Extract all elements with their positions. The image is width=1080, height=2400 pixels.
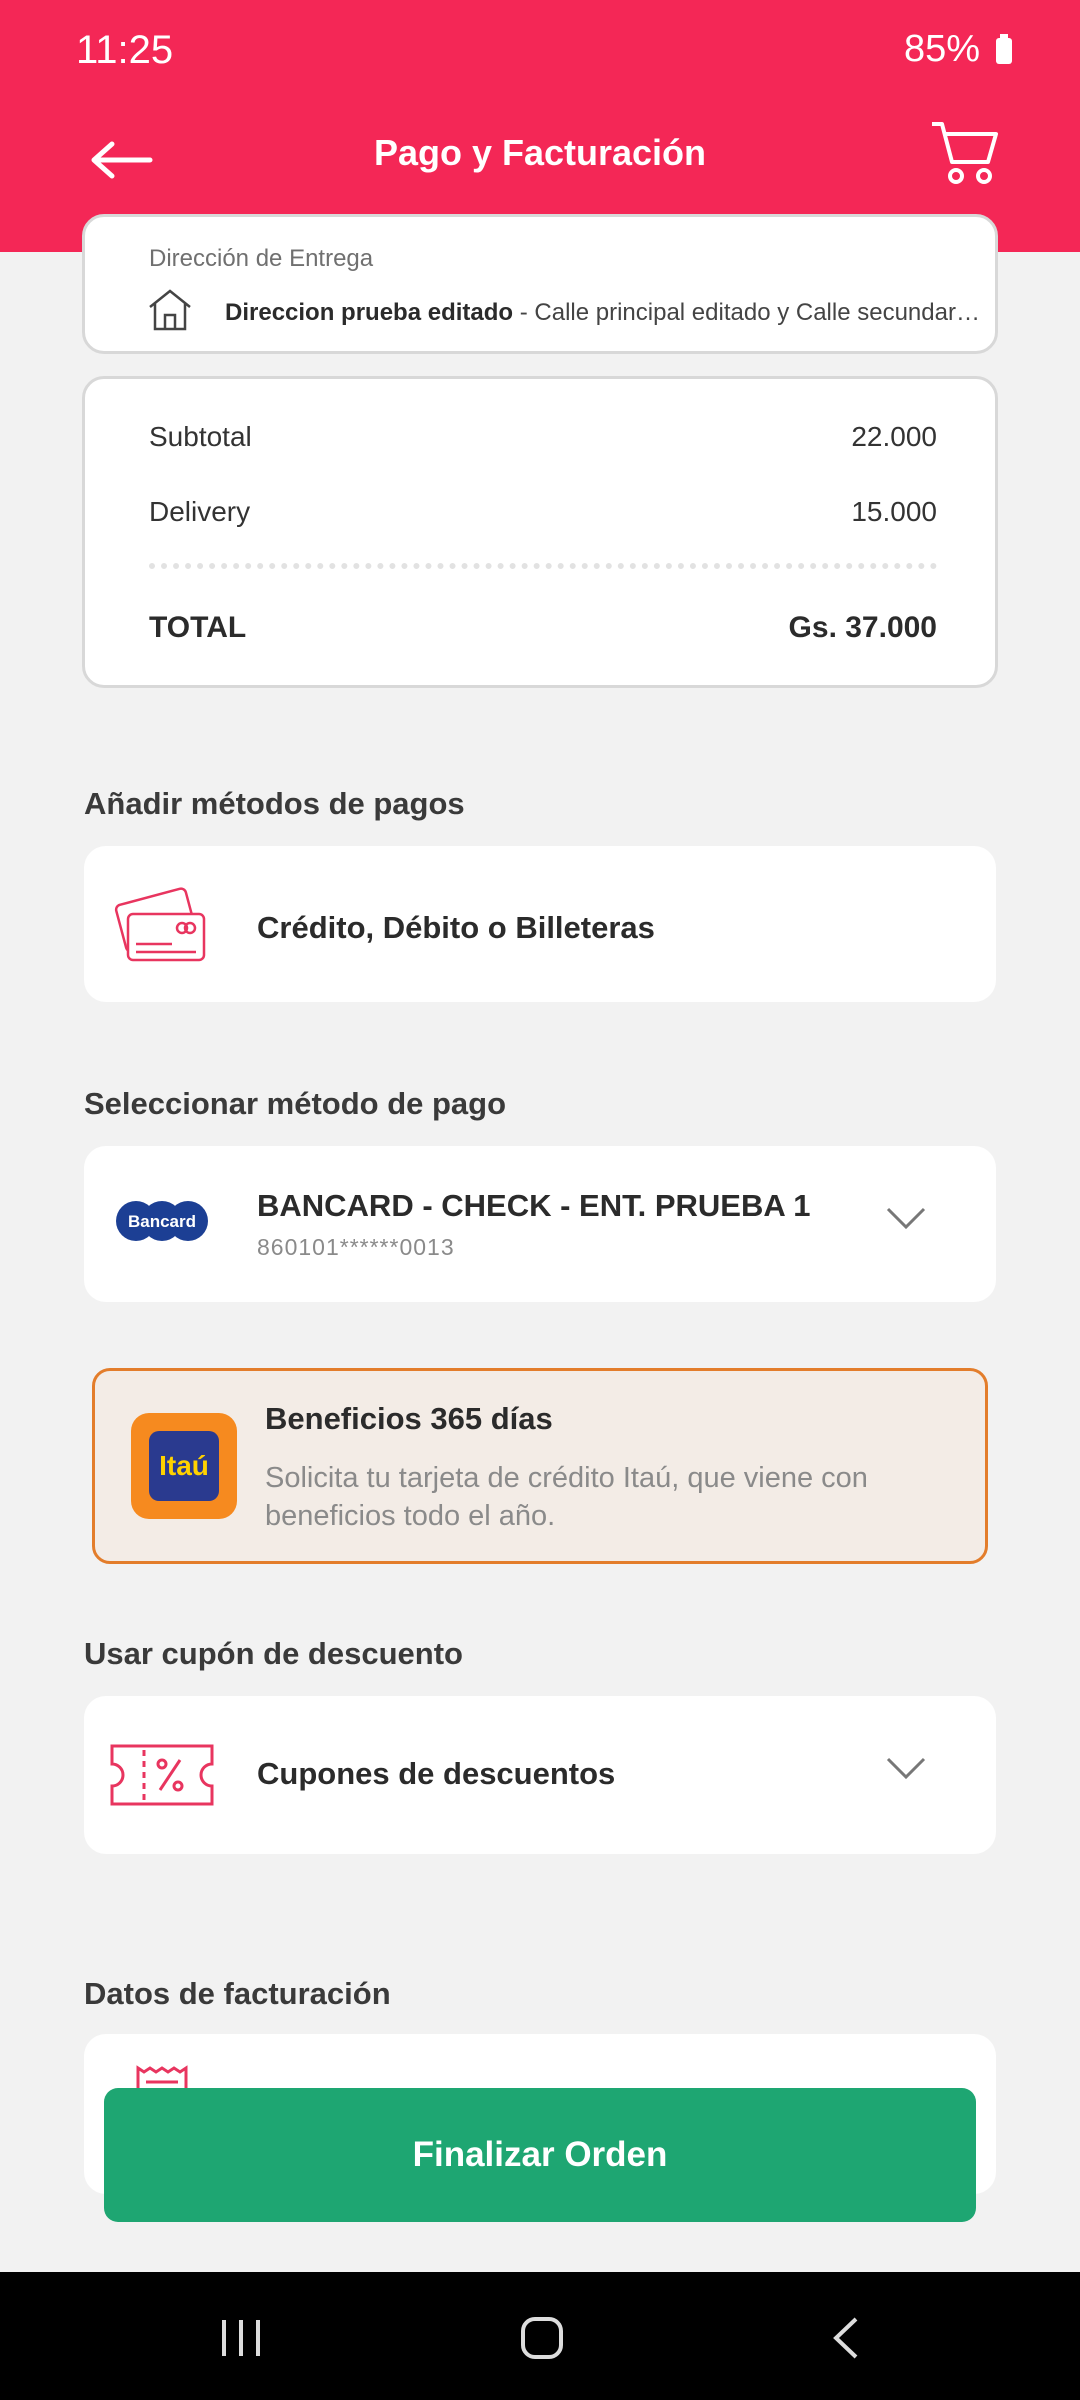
status-time: 11:25 bbox=[76, 28, 174, 72]
select-payment-title: Seleccionar método de pago bbox=[84, 1086, 507, 1121]
total-value: Gs. 37.000 bbox=[788, 611, 937, 644]
total-row: TOTAL Gs. 37.000 bbox=[149, 611, 937, 645]
address-name: Direccion prueba editado bbox=[225, 299, 514, 326]
delivery-label: Delivery bbox=[149, 496, 251, 527]
coupon-title: Usar cupón de descuento bbox=[84, 1636, 463, 1671]
promo-title: Beneficios 365 días bbox=[265, 1401, 553, 1436]
chevron-down-icon[interactable] bbox=[886, 1756, 926, 1780]
payment-method-selector[interactable]: Bancard BANCARD - CHECK - ENT. PRUEBA 1 … bbox=[84, 1146, 996, 1302]
address-detail: - Calle principal editado y Calle secund… bbox=[519, 299, 985, 326]
chevron-down-icon[interactable] bbox=[886, 1206, 926, 1230]
coupon-icon bbox=[110, 1744, 214, 1806]
bancard-logo: Bancard bbox=[116, 1201, 208, 1241]
home-icon bbox=[149, 289, 191, 331]
delivery-address-label: Dirección de Entrega bbox=[149, 245, 374, 272]
itau-promo-banner[interactable]: Itaú Beneficios 365 días Solicita tu tar… bbox=[92, 1368, 988, 1564]
recent-apps-icon[interactable] bbox=[218, 2318, 264, 2358]
coupon-label: Cupones de descuentos bbox=[257, 1756, 616, 1791]
itau-logo-text: Itaú bbox=[149, 1431, 219, 1501]
order-summary-card: Subtotal 22.000 Delivery 15.000 TOTAL Gs… bbox=[82, 376, 998, 688]
subtotal-row: Subtotal 22.000 bbox=[149, 421, 937, 453]
delivery-address-text: Direccion prueba editado - Calle princip… bbox=[225, 299, 985, 327]
cart-icon[interactable] bbox=[928, 118, 1000, 186]
add-payment-title: Añadir métodos de pagos bbox=[84, 786, 465, 821]
delivery-value: 15.000 bbox=[851, 496, 937, 527]
total-label: TOTAL bbox=[149, 611, 247, 644]
summary-divider bbox=[149, 563, 937, 569]
battery-text: 85% bbox=[903, 28, 980, 70]
battery-icon bbox=[996, 33, 1012, 64]
back-nav-icon[interactable] bbox=[830, 2316, 860, 2360]
coupon-selector[interactable]: Cupones de descuentos bbox=[84, 1696, 996, 1854]
finalize-order-button[interactable]: Finalizar Orden bbox=[104, 2088, 976, 2222]
status-icons: 85% bbox=[904, 28, 1014, 71]
home-button-icon[interactable] bbox=[520, 2316, 564, 2360]
bancard-logo-text: Bancard bbox=[128, 1212, 196, 1231]
billing-title: Datos de facturación bbox=[84, 1976, 391, 2011]
page-title: Pago y Facturación bbox=[373, 132, 707, 173]
selected-payment-name: BANCARD - CHECK - ENT. PRUEBA 1 bbox=[257, 1188, 811, 1223]
promo-description: Solicita tu tarjeta de crédito Itaú, que… bbox=[265, 1462, 868, 1532]
credit-card-icon bbox=[114, 887, 206, 962]
selected-payment-number: 860101******0013 bbox=[257, 1234, 455, 1260]
subtotal-label: Subtotal bbox=[149, 421, 252, 452]
delivery-address-card[interactable]: Dirección de Entrega Direccion prueba ed… bbox=[82, 214, 998, 354]
system-navigation-bar bbox=[0, 2272, 1080, 2400]
add-payment-label: Crédito, Débito o Billeteras bbox=[257, 910, 655, 945]
add-payment-option[interactable]: Crédito, Débito o Billeteras bbox=[84, 846, 996, 1002]
itau-logo: Itaú bbox=[131, 1413, 237, 1519]
subtotal-value: 22.000 bbox=[851, 421, 937, 452]
delivery-row: Delivery 15.000 bbox=[149, 496, 937, 528]
